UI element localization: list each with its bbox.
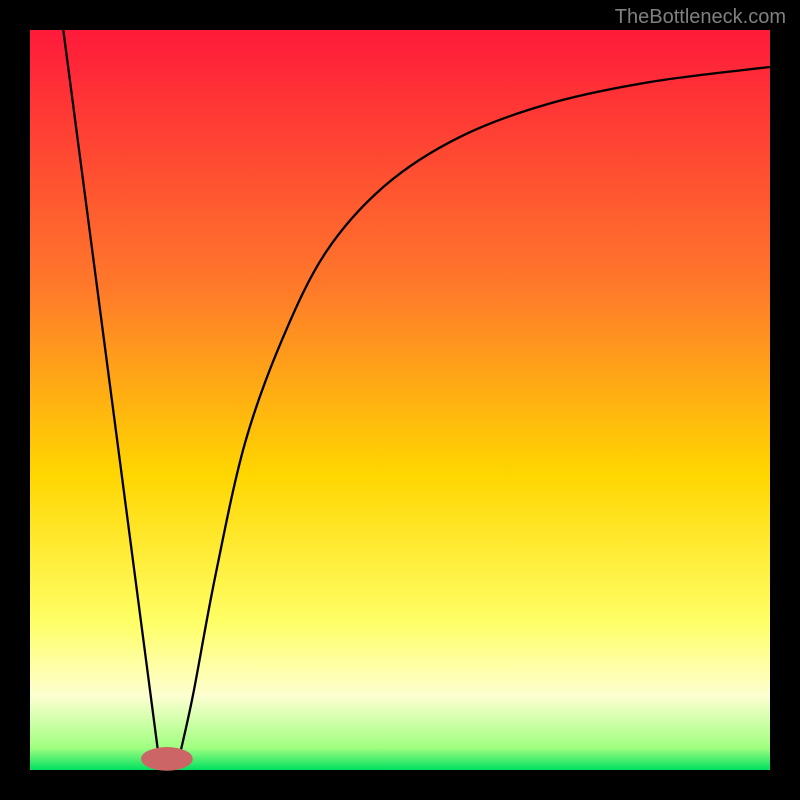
chart-svg <box>0 0 800 800</box>
watermark-text: TheBottleneck.com <box>615 6 786 29</box>
plot-area <box>30 30 770 770</box>
chart-container: TheBottleneck.com <box>0 0 800 800</box>
target-marker <box>141 747 193 771</box>
